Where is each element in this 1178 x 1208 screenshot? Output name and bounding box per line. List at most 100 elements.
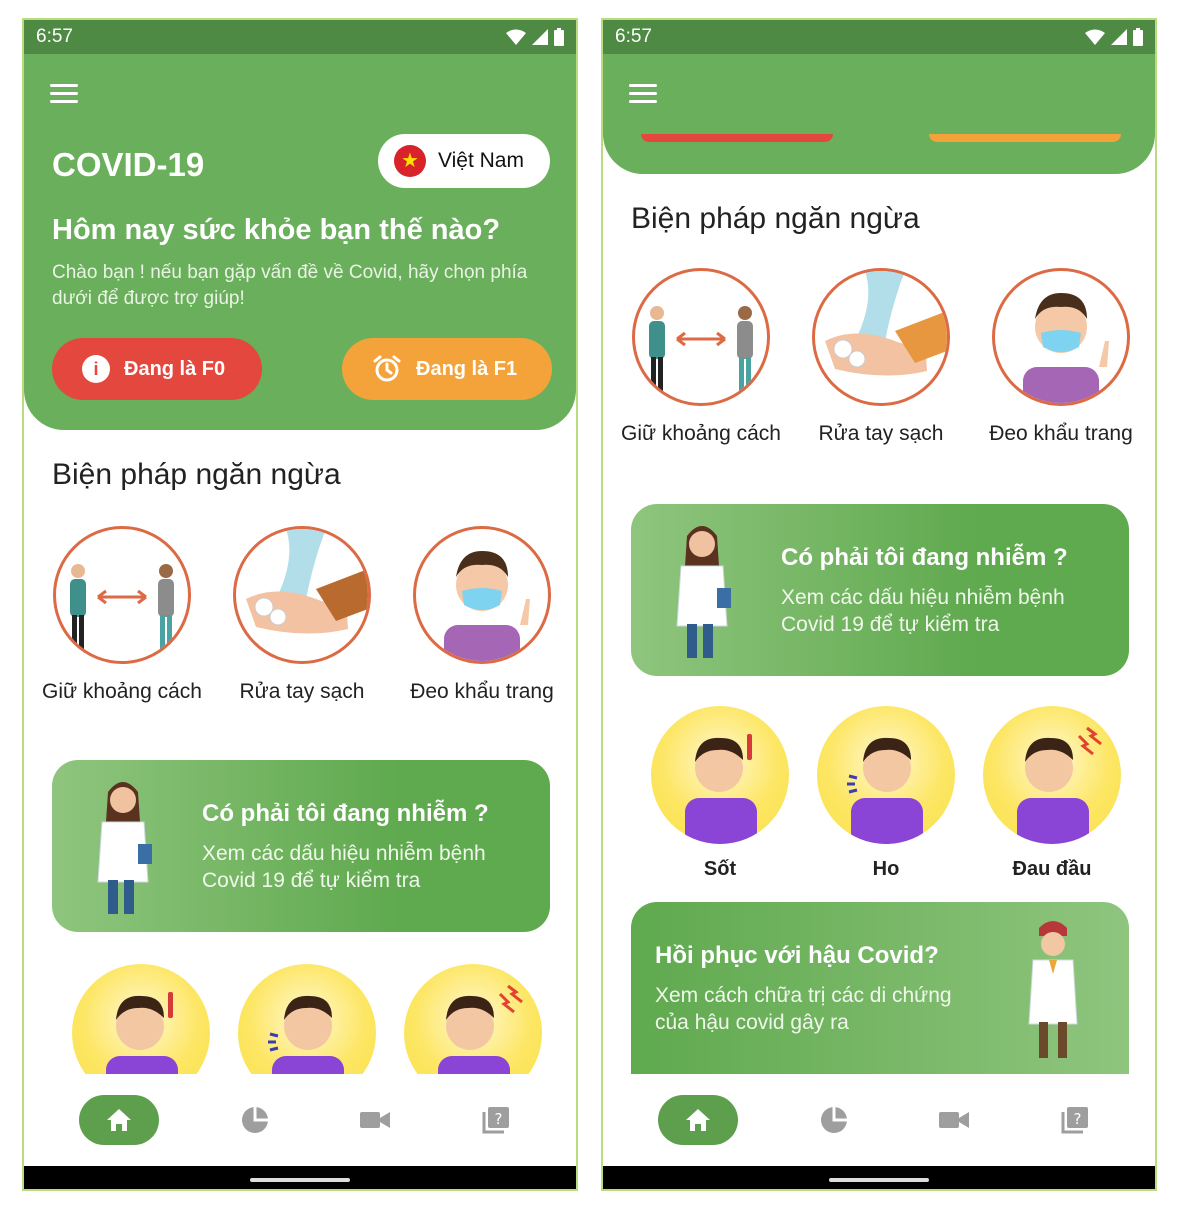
prevention-list: Giữ khoảng cách Rửa tay sạch Đeo khẩu tr…: [42, 526, 562, 705]
home-gesture-pill[interactable]: [829, 1178, 929, 1182]
symptom-label: Sốt: [703, 858, 737, 880]
social-distance-icon: [53, 526, 191, 664]
nav-stats-button[interactable]: [230, 1095, 280, 1145]
prevention-title: Biện pháp ngăn ngừa: [631, 202, 920, 235]
prevention-item-mask[interactable]: Đeo khẩu trang: [981, 268, 1141, 447]
doctor-male-illustration: [1028, 921, 1078, 1058]
symptom-list: Sốt Ho Đau đầu: [651, 706, 1121, 881]
fever-icon: [651, 706, 789, 844]
wifi-icon: [1085, 29, 1105, 45]
infection-check-card[interactable]: Có phải tôi đang nhiễm ? Xem các dấu hiệ…: [52, 760, 550, 932]
infection-card-title: Có phải tôi đang nhiễm ?: [781, 544, 1068, 571]
chart-icon: [820, 1107, 847, 1133]
face-mask-icon: [413, 526, 551, 664]
handwash-icon: [812, 268, 950, 406]
handwash-icon: [233, 526, 371, 664]
doctor-female-illustration: [97, 782, 152, 914]
cough-icon: [817, 706, 955, 844]
prevention-label: Giữ khoảng cách: [621, 422, 781, 445]
system-nav-bar: [24, 1166, 576, 1189]
f0-button-label: Đang là F0: [124, 357, 226, 380]
home-icon: [686, 1109, 711, 1131]
prevention-item-distance[interactable]: Giữ khoảng cách: [42, 526, 202, 705]
status-icons: [1085, 28, 1143, 46]
video-icon: [939, 1112, 970, 1128]
battery-icon: [1133, 28, 1143, 46]
prevention-label: Đeo khẩu trang: [410, 680, 554, 703]
chart-icon: [241, 1107, 268, 1133]
quiz-icon: ?: [1061, 1107, 1088, 1134]
prevention-item-mask[interactable]: Đeo khẩu trang: [402, 526, 562, 705]
svg-text:?: ?: [494, 1110, 502, 1128]
nav-video-button[interactable]: [929, 1095, 979, 1145]
menu-icon[interactable]: [629, 84, 657, 106]
prevention-label: Giữ khoảng cách: [42, 680, 202, 703]
status-time: 6:57: [615, 26, 652, 47]
home-icon: [107, 1109, 132, 1131]
phone-screen-home-top: 6:57 COVID-19 ★ Việt Nam Hôm nay sức khỏ…: [22, 18, 578, 1191]
f1-button-label: Đang là F1: [416, 357, 518, 380]
info-icon: i: [82, 355, 110, 383]
nav-home-button[interactable]: [79, 1095, 160, 1145]
video-icon: [360, 1112, 391, 1128]
symptom-item-headache[interactable]: Đau đầu: [983, 706, 1121, 881]
f0-button-partial[interactable]: [641, 134, 833, 142]
face-mask-icon: [992, 268, 1130, 406]
alarm-clock-icon: [373, 355, 401, 382]
f1-button[interactable]: Đang là F1: [342, 338, 552, 400]
infection-check-card[interactable]: Có phải tôi đang nhiễm ? Xem các dấu hiệ…: [631, 504, 1129, 676]
nav-video-button[interactable]: [350, 1095, 400, 1145]
prevention-label: Đeo khẩu trang: [989, 422, 1133, 445]
system-nav-bar: [603, 1166, 1155, 1189]
infection-card-subtitle: Xem các dấu hiệu nhiễm bệnh Covid 19 để …: [781, 586, 1065, 636]
vietnam-flag-icon: ★: [394, 145, 426, 177]
status-bar: 6:57: [24, 20, 576, 54]
nav-stats-button[interactable]: [809, 1095, 859, 1145]
prevention-item-distance[interactable]: Giữ khoảng cách: [621, 268, 781, 447]
prevention-label: Rửa tay sạch: [818, 422, 944, 445]
recovery-card-subtitle: Xem cách chữa trị các di chứng của hậu c…: [655, 984, 952, 1034]
prevention-label: Rửa tay sạch: [239, 680, 365, 703]
prevention-item-handwash[interactable]: Rửa tay sạch: [801, 268, 961, 447]
headache-icon: [983, 706, 1121, 844]
symptom-item-fever[interactable]: Sốt: [651, 706, 789, 881]
status-bar: 6:57: [603, 20, 1155, 54]
nav-home-button[interactable]: [658, 1095, 739, 1145]
svg-text:?: ?: [1073, 1110, 1081, 1128]
header-panel: COVID-19 ★ Việt Nam Hôm nay sức khỏe bạn…: [24, 54, 576, 430]
prevention-list: Giữ khoảng cách Rửa tay sạch Đeo khẩu tr…: [621, 268, 1141, 447]
country-selector[interactable]: ★ Việt Nam: [378, 134, 550, 188]
post-covid-recovery-card[interactable]: Hồi phục với hậu Covid? Xem cách chữa tr…: [631, 902, 1129, 1102]
f0-button[interactable]: i Đang là F0: [52, 338, 262, 400]
f1-button-partial[interactable]: [929, 134, 1121, 142]
signal-icon: [532, 29, 548, 45]
symptom-label: Ho: [872, 858, 900, 880]
country-label: Việt Nam: [438, 149, 524, 172]
app-title: COVID-19: [52, 146, 205, 183]
battery-icon: [554, 28, 564, 46]
social-distance-icon: [632, 268, 770, 406]
bottom-nav: ?: [24, 1074, 576, 1166]
greeting-heading: Hôm nay sức khỏe bạn thế nào?: [52, 214, 501, 246]
signal-icon: [1111, 29, 1127, 45]
phone-screen-home-scrolled: 6:57 Biện pháp ngăn ngừa Giữ khoảng cách…: [601, 18, 1157, 1191]
nav-quiz-button[interactable]: ?: [1050, 1095, 1100, 1145]
infection-card-title: Có phải tôi đang nhiễm ?: [202, 800, 489, 827]
symptom-item-cough[interactable]: Ho: [817, 706, 955, 881]
symptom-label: Đau đầu: [1012, 858, 1092, 880]
nav-quiz-button[interactable]: ?: [471, 1095, 521, 1145]
recovery-card-title: Hồi phục với hậu Covid?: [655, 942, 939, 969]
prevention-title: Biện pháp ngăn ngừa: [52, 458, 341, 491]
doctor-female-illustration: [676, 526, 731, 658]
header-panel: [603, 54, 1155, 174]
greeting-subtitle: Chào bạn ! nếu bạn gặp vấn đề về Covid, …: [52, 262, 528, 309]
status-icons: [506, 28, 564, 46]
home-gesture-pill[interactable]: [250, 1178, 350, 1182]
menu-icon[interactable]: [50, 84, 78, 106]
prevention-item-handwash[interactable]: Rửa tay sạch: [222, 526, 382, 705]
status-time: 6:57: [36, 26, 73, 47]
wifi-icon: [506, 29, 526, 45]
quiz-icon: ?: [482, 1107, 509, 1134]
infection-card-subtitle: Xem các dấu hiệu nhiễm bệnh Covid 19 để …: [202, 842, 486, 892]
bottom-nav: ?: [603, 1074, 1155, 1166]
